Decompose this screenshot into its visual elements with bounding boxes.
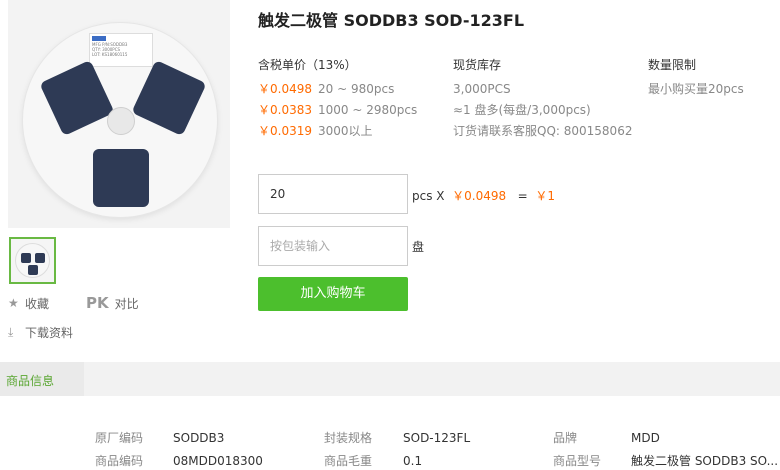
detail-row: 品牌 MDD [553,431,660,445]
pk-icon[interactable]: PK [86,294,109,312]
favorite-link[interactable]: 收藏 [25,295,49,312]
download-link[interactable]: 下载资料 [25,324,73,341]
details-column: 原厂编码 SODDB3 商品编码 08MDD018300 [95,430,263,470]
details-column: 封装规格 SOD-123FL 商品毛重 0.1 [324,430,470,470]
tab-bar: 商品信息 [0,362,780,396]
star-icon[interactable]: ★ [8,296,25,310]
details-column: 品牌 MDD 商品型号 触发二极管 SODDB3 SO... [553,430,778,470]
price-tier: ￥0.0319 3000以上 [258,124,373,138]
price-tier: ￥0.0383 1000 ~ 2980pcs [258,103,418,117]
detail-row: 商品毛重 0.1 [324,454,423,468]
tape-reel-image: MFG P/N:SODDB3 QTY: 3000PCS LOT: KS1806011… [22,22,218,218]
download-icon[interactable]: ⤓ [8,325,25,340]
tab-product-info[interactable]: 商品信息 [0,362,84,396]
product-main-image: MFG P/N:SODDB3 QTY: 3000PCS LOT: KS1806011… [8,0,230,228]
reel-label-sticker: MFG P/N:SODDB3 QTY: 3000PCS LOT: KS1806011… [89,33,153,67]
detail-row: 原厂编码 SODDB3 [95,431,225,445]
product-thumbnail[interactable] [9,237,56,284]
subtotal-line: pcs X ￥0.0498 = ￥1 [412,189,555,203]
stock-qty: 3,000PCS [453,82,511,96]
stock-header: 现货库存 [453,58,502,72]
detail-row: 商品编码 08MDD018300 [95,454,263,468]
price-tier: ￥0.0498 20 ~ 980pcs [258,82,395,96]
stock-reels: ≈1 盘多(每盘/3,000pcs) [453,103,591,117]
pricing-header: 含税单价（13%） [258,58,357,72]
product-title: 触发二极管 SODDB3 SOD-123FL [258,11,525,30]
package-unit-label: 盘 [412,240,425,254]
pricing-section: 含税单价（13%） ￥0.0498 20 ~ 980pcs ￥0.0383 1000… [258,56,417,142]
stock-section: 现货库存 3,000PCS ≈1 盘多(每盘/3,000pcs) 订货请联系客服… [453,56,632,142]
limit-header: 数量限制 [648,58,697,72]
limit-section: 数量限制 最小购买量20pcs [648,56,744,100]
detail-row: 封装规格 SOD-123FL [324,431,471,445]
total-price: ￥1 [535,189,555,203]
quantity-input[interactable]: 20 [258,174,408,214]
compare-link[interactable]: 对比 [115,295,139,312]
unit-price: ￥0.0498 [452,189,507,203]
detail-row: 商品型号 触发二极管 SODDB3 SO... [553,454,779,468]
stock-contact: 订货请联系客服QQ: 800158062 [453,124,633,138]
add-to-cart-button[interactable]: 加入购物车 [258,277,408,311]
limit-min: 最小购买量20pcs [648,82,744,96]
package-quantity-input[interactable]: 按包装输入 [258,226,408,266]
